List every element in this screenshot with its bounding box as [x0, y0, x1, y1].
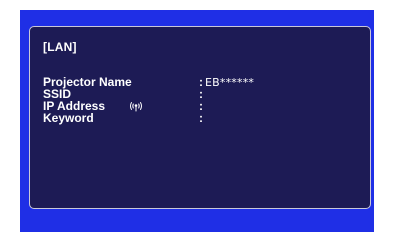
lan-info-panel: [LAN] Projector Name : EB****** SSID : I… — [29, 26, 371, 209]
wireless-signal-icon — [128, 100, 144, 112]
keyword-row: Keyword : — [43, 112, 363, 125]
keyword-label: Keyword — [43, 111, 94, 125]
panel-title: [LAN] — [43, 40, 77, 54]
keyword-separator: : — [199, 111, 203, 125]
